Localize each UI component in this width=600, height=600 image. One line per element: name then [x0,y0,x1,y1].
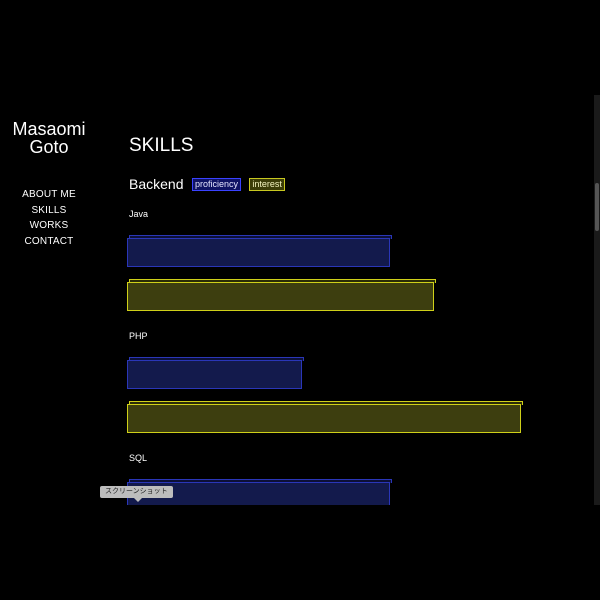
screenshot-tooltip: スクリーンショット [100,486,173,502]
bar-php-interest [127,401,523,433]
page-viewport: Masaomi Goto ABOUT ME SKILLS WORKS CONTA… [0,95,600,505]
main-nav: ABOUT ME SKILLS WORKS CONTACT [0,187,98,249]
bar-java-proficiency [127,235,392,267]
nav-contact[interactable]: CONTACT [0,234,98,250]
page-title: SKILLS [129,135,194,156]
nav-about-me[interactable]: ABOUT ME [0,187,98,203]
skill-label-java: Java [129,209,149,219]
legend-interest: interest [249,177,285,191]
legend-proficiency: proficiency [191,177,241,191]
scrollbar-thumb[interactable] [595,183,599,231]
bar-java-interest [127,279,436,311]
brand-line-1: Masaomi [12,119,86,139]
section-header-backend: Backend proficiency interest [129,175,285,193]
nav-skills[interactable]: SKILLS [0,203,98,219]
skill-label-php: PHP [129,331,148,341]
site-brand[interactable]: Masaomi Goto [0,120,98,156]
section-title: Backend [129,176,184,192]
bar-php-proficiency [127,357,304,389]
nav-works[interactable]: WORKS [0,218,98,234]
skill-label-sql: SQL [129,453,148,463]
brand-line-2: Goto [29,137,69,157]
vertical-scrollbar[interactable] [594,95,600,505]
